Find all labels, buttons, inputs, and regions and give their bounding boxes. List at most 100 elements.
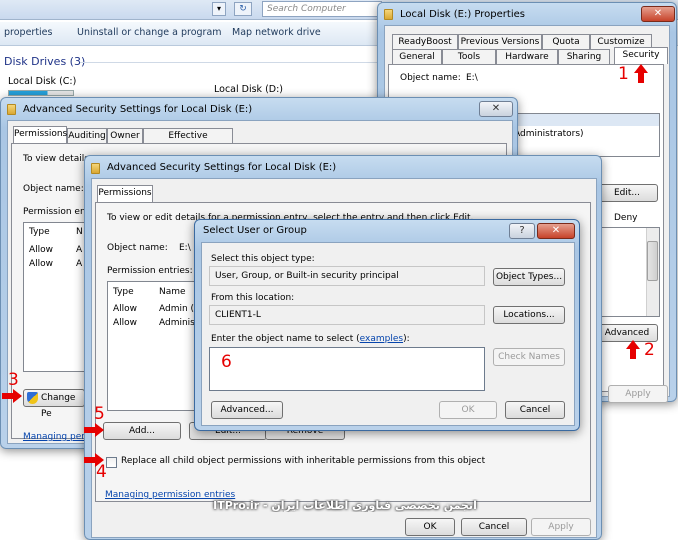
check-names-label: Check Names (498, 352, 560, 362)
folder-icon (91, 163, 100, 174)
enter-label-text: Enter the object name to select ( (211, 334, 360, 344)
adv1-title: Advanced Security Settings for Local Dis… (23, 104, 253, 115)
drive-c-label[interactable]: Local Disk (C:) (8, 76, 76, 87)
toolbar-properties[interactable]: properties (4, 27, 52, 38)
object-type-label: Select this object type: (211, 254, 315, 264)
locations-button[interactable]: Locations... (493, 306, 565, 324)
refresh-button[interactable]: ↻ (234, 2, 252, 16)
location-label: From this location: (211, 293, 295, 303)
adv2-ok-button[interactable]: OK (405, 518, 455, 536)
section-title-disk-drives: Disk Drives (3) (4, 55, 86, 68)
toolbar-uninstall[interactable]: Uninstall or change a program (77, 27, 222, 38)
tab-general[interactable]: General (392, 49, 442, 64)
adv1-col-type: Type (29, 227, 50, 237)
add-button-label: Add... (128, 426, 155, 436)
section-divider (80, 62, 380, 63)
select-ok-label: OK (461, 405, 475, 415)
adv2-row2-type[interactable]: Allow (113, 318, 137, 328)
change-permissions-button[interactable]: Change Pe (23, 389, 85, 419)
adv1-row1-type[interactable]: Allow (29, 245, 53, 255)
adv1-to-view-text: To view details (23, 154, 89, 164)
tab-quota[interactable]: Quota (542, 34, 590, 49)
adv2-entries-label: Permission entries: (107, 266, 193, 276)
drive-d-label[interactable]: Local Disk (D:) (214, 84, 283, 95)
adv2-cancel-button[interactable]: Cancel (461, 518, 527, 536)
edit-button-label: Edit... (613, 188, 640, 198)
select-ok-button[interactable]: OK (439, 401, 497, 419)
adv2-cancel-label: Cancel (478, 522, 510, 532)
search-input[interactable]: Search Computer (262, 1, 382, 17)
select-cancel-label: Cancel (519, 405, 551, 415)
tab-tools[interactable]: Tools (442, 49, 496, 64)
help-button[interactable]: ? (509, 223, 535, 239)
tab-auditing[interactable]: Auditing (67, 128, 107, 143)
adv1-row1-name[interactable]: A (76, 245, 82, 255)
select-advanced-label: Advanced... (220, 405, 274, 415)
object-types-button[interactable]: Object Types... (493, 268, 565, 286)
adv1-col-name: N (76, 227, 83, 237)
adv1-row2-type[interactable]: Allow (29, 259, 53, 269)
adv1-close-button[interactable]: ✕ (479, 101, 513, 117)
watermark: ITPro.ir - انجمن تخصصی فناوری اطلاعات ای… (213, 499, 477, 512)
adv1-row2-name[interactable]: A (76, 259, 82, 269)
select-cancel-button[interactable]: Cancel (505, 401, 565, 419)
annotation-number-5: 5 (94, 404, 105, 424)
apply-button-label: Apply (625, 389, 651, 399)
edit-button[interactable]: Edit... (596, 184, 658, 202)
toolbar-map-network-drive[interactable]: Map network drive (232, 27, 321, 38)
tab-hardware[interactable]: Hardware (496, 49, 558, 64)
dropdown-arrow-button[interactable]: ▾ (212, 2, 226, 16)
annotation-arrow-right-3 (2, 389, 22, 403)
annotation-number-3: 3 (8, 370, 19, 390)
select-advanced-button[interactable]: Advanced... (211, 401, 283, 419)
annotation-number-1: 1 (618, 64, 629, 84)
annotation-arrow-right-5 (84, 423, 104, 437)
adv2-object-name-label: Object name: (107, 243, 168, 253)
adv1-object-name-label: Object name: (23, 184, 84, 194)
tab-owner[interactable]: Owner (107, 128, 143, 143)
adv2-row1-type[interactable]: Allow (113, 304, 137, 314)
object-name-value: E:\ (466, 73, 478, 83)
tab-readyboost[interactable]: ReadyBoost (392, 34, 458, 49)
annotation-arrow-right-4 (84, 453, 104, 467)
annotation-arrow-up-2 (626, 340, 640, 360)
adv2-object-name-value: E:\ (179, 243, 191, 253)
permissions-scroll-thumb[interactable] (647, 241, 658, 281)
adv2-ok-label: OK (423, 522, 437, 532)
select-user-dialog: Select User or Group ? ✕ Select this obj… (194, 219, 580, 431)
drive-c-bar (8, 90, 74, 96)
deny-column-header: Deny (614, 213, 638, 223)
properties-close-button[interactable]: ✕ (641, 6, 675, 22)
annotation-number-2: 2 (644, 340, 655, 360)
folder-icon (384, 9, 393, 20)
annotation-arrow-up-1 (634, 64, 648, 84)
object-type-field: User, Group, or Built-in security princi… (209, 266, 485, 286)
replace-checkbox-label[interactable]: Replace all child object permissions wit… (121, 456, 485, 466)
tab-previous-versions[interactable]: Previous Versions (458, 34, 542, 49)
tab-security[interactable]: Security (614, 47, 668, 64)
adv1-managing-link[interactable]: Managing perm (23, 432, 94, 442)
advanced-button-label: Advanced (604, 328, 650, 338)
enter-object-name-label: Enter the object name to select (example… (211, 334, 410, 344)
adv2-apply-button[interactable]: Apply (531, 518, 591, 536)
locations-label: Locations... (503, 310, 555, 320)
adv2-row2-name[interactable]: Administ (159, 318, 198, 328)
check-names-button[interactable]: Check Names (493, 348, 565, 366)
select-dialog-close-button[interactable]: ✕ (537, 223, 575, 239)
replace-checkbox[interactable] (106, 457, 117, 468)
adv2-col-type: Type (113, 287, 134, 297)
tab-effective-permissions[interactable]: Effective Permissions (143, 128, 233, 155)
apply-button[interactable]: Apply (608, 385, 668, 403)
tab-permissions[interactable]: Permissions (13, 126, 67, 143)
examples-link[interactable]: examples (360, 334, 403, 344)
annotation-number-6: 6 (221, 352, 232, 372)
group-list-item[interactable]: Administrators) (514, 129, 584, 139)
uac-shield-icon (27, 392, 38, 404)
adv2-apply-label: Apply (548, 522, 574, 532)
properties-title: Local Disk (E:) Properties (400, 9, 525, 20)
add-button[interactable]: Add... (103, 422, 181, 440)
object-name-textarea[interactable] (209, 347, 485, 391)
object-name-label: Object name: (400, 73, 461, 83)
tab-permissions[interactable]: Permissions (97, 185, 153, 202)
tab-sharing[interactable]: Sharing (558, 49, 610, 64)
